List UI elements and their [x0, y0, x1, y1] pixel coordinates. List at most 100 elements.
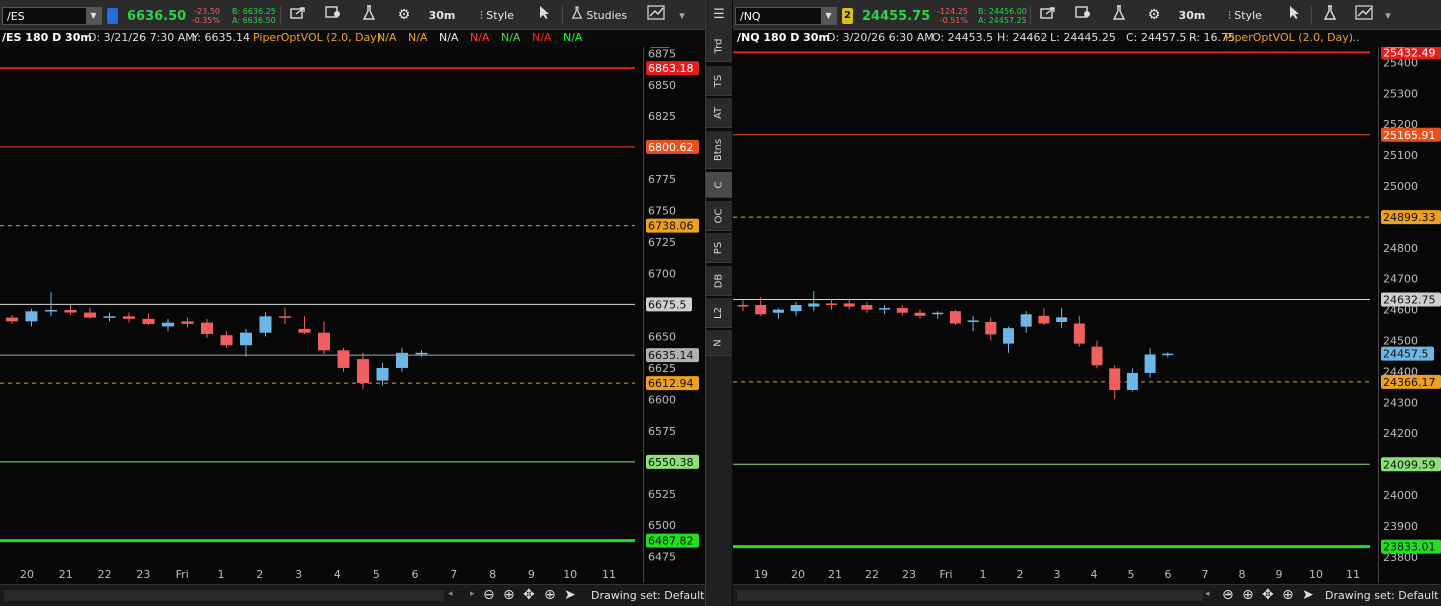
candle-body	[1091, 346, 1103, 366]
time-axis-label: Fri	[176, 568, 189, 581]
studies-flask-icon[interactable]	[1319, 5, 1341, 26]
crosshair-icon[interactable]: ⊕	[1282, 587, 1294, 603]
study-value: N/A	[470, 31, 490, 44]
price-axis-label: 6775	[648, 173, 676, 186]
left-price-chart[interactable]: 6875685068256800677567506725670066756650…	[0, 47, 705, 583]
scroll-left-icon[interactable]: ◂	[448, 589, 453, 599]
right-symbol-selector[interactable]: /NQ ▼	[735, 7, 837, 25]
right-close-label: C: 24457.5	[1126, 31, 1187, 44]
crosshair-icon[interactable]: ⊕	[544, 587, 556, 603]
time-axis-label: 20	[20, 568, 34, 581]
right-drawing-set[interactable]: Drawing set: Default	[1325, 589, 1438, 602]
right-change: -124.25 -0.51%	[932, 7, 968, 25]
flask-icon[interactable]	[1108, 5, 1130, 26]
candle-body	[826, 303, 837, 305]
menu-icon[interactable]: ☰	[706, 0, 732, 30]
gear-icon[interactable]: ⚙	[1143, 5, 1165, 26]
price-axis-label: 6475	[648, 551, 676, 564]
candle-body	[737, 305, 749, 307]
side-tab-oc[interactable]: OC	[706, 201, 732, 231]
zoom-in-icon[interactable]: ⊕	[1242, 587, 1254, 603]
side-tab-trd[interactable]: Trd	[706, 30, 732, 62]
right-link-icon[interactable]: 2	[842, 8, 853, 24]
candle-body	[298, 328, 311, 333]
side-tab-at[interactable]: AT	[706, 98, 732, 128]
zoom-in-icon[interactable]: ⊕	[503, 587, 515, 603]
side-tab-label: L2	[713, 307, 724, 319]
time-axis-label: 5	[1128, 568, 1135, 581]
scroll-left-icon[interactable]: ◂	[1205, 589, 1210, 599]
side-tab-c[interactable]: C	[706, 172, 732, 198]
price-badge: 6738.06	[648, 220, 694, 233]
candle-body	[259, 316, 272, 333]
left-drawing-set[interactable]: Drawing set: Default	[591, 589, 704, 602]
right-price-chart[interactable]: 2540025300252002510025000249002480024700…	[733, 47, 1441, 583]
right-link-number: 2	[844, 10, 851, 21]
pan-icon[interactable]: ✥	[1262, 587, 1274, 603]
left-scrollbar[interactable]	[4, 590, 444, 601]
side-tab-db[interactable]: DB	[706, 266, 732, 296]
price-axis-label: 6725	[648, 236, 676, 249]
time-axis-label: 2	[1017, 568, 1024, 581]
left-study-label[interactable]: PiperOptVOL (2.0, Day)	[253, 30, 381, 46]
more-icon[interactable]: ▾	[1381, 5, 1395, 26]
side-tab-n[interactable]: N	[706, 330, 732, 356]
pointer-icon[interactable]: ➤	[1302, 587, 1314, 603]
interval-selector[interactable]: 30m	[1176, 5, 1208, 26]
right-ask: A: 24457.25	[978, 16, 1027, 25]
cursor-icon[interactable]	[533, 5, 555, 26]
left-chart-panel: /ES ▼ 6636.50 -23.50 -0.35% B: 6636.25 A…	[0, 0, 705, 606]
chevron-down-icon[interactable]: ▼	[821, 8, 836, 24]
cursor-icon[interactable]	[1283, 5, 1305, 26]
left-chart-title: /ES 180 D 30m	[2, 31, 92, 44]
right-scrollbar[interactable]	[737, 590, 1203, 601]
style-button[interactable]: ⫶ Style	[1219, 5, 1271, 26]
pointer-icon[interactable]: ➤	[564, 587, 576, 603]
side-tab-btns[interactable]: Btns	[706, 131, 732, 169]
more-icon[interactable]: ▾	[675, 5, 689, 26]
zoom-out-icon[interactable]: ⊖	[1222, 587, 1234, 603]
right-open-label: O: 24453.5	[932, 31, 994, 44]
drawing-tools-icon[interactable]	[1353, 5, 1375, 26]
right-study-label[interactable]: PiperOptVOL (2.0, Day)	[1225, 30, 1353, 46]
share-icon[interactable]	[1037, 5, 1059, 26]
left-y-label: Y: 6635.14	[192, 31, 250, 44]
candle-body	[201, 322, 213, 334]
flask-icon[interactable]	[358, 5, 380, 26]
style-label: Style	[486, 9, 514, 22]
left-link-icon[interactable]	[107, 8, 118, 24]
alert-icon[interactable]	[1072, 5, 1094, 26]
side-tab-l2[interactable]: L2	[706, 298, 732, 328]
zoom-out-icon[interactable]: ⊖	[483, 587, 495, 603]
side-tab-ts[interactable]: TS	[706, 66, 732, 96]
drawing-tools-icon[interactable]	[645, 5, 667, 26]
chevron-down-icon[interactable]: ▼	[86, 8, 101, 24]
side-tab-ps[interactable]: PS	[706, 233, 732, 263]
right-date-label: D: 3/20/26 6:30 AM	[827, 31, 934, 44]
pan-icon[interactable]: ✥	[523, 587, 535, 603]
left-toolbar: /ES ▼ 6636.50 -23.50 -0.35% B: 6636.25 A…	[0, 0, 705, 30]
share-icon[interactable]	[287, 5, 309, 26]
scroll-right-icon[interactable]: ▸	[470, 589, 475, 599]
price-badge: 6635.14	[648, 349, 694, 362]
price-axis-label: 6625	[648, 362, 676, 375]
candle-body	[337, 350, 350, 368]
study-value: N/A	[439, 31, 459, 44]
alert-icon[interactable]	[322, 5, 344, 26]
style-icon: ⫶	[480, 9, 483, 22]
style-button[interactable]: ⫶ Style	[471, 5, 523, 26]
left-symbol-selector[interactable]: /ES ▼	[2, 7, 102, 25]
separator	[562, 6, 563, 25]
price-badge: 25432.49	[1383, 47, 1436, 59]
candle-body	[967, 320, 979, 322]
gear-icon[interactable]: ⚙	[393, 5, 415, 26]
candle-body	[1144, 354, 1156, 373]
panel-divider[interactable]	[705, 0, 706, 606]
right-symbol-text: /NQ	[740, 10, 761, 23]
price-axis-label: 6500	[648, 519, 676, 532]
price-axis-label: 6600	[648, 393, 676, 406]
interval-selector[interactable]: 30m	[426, 5, 458, 26]
studies-button[interactable]: Studies	[568, 5, 630, 26]
time-axis-label: 5	[373, 568, 380, 581]
study-value: N/A	[532, 31, 552, 44]
